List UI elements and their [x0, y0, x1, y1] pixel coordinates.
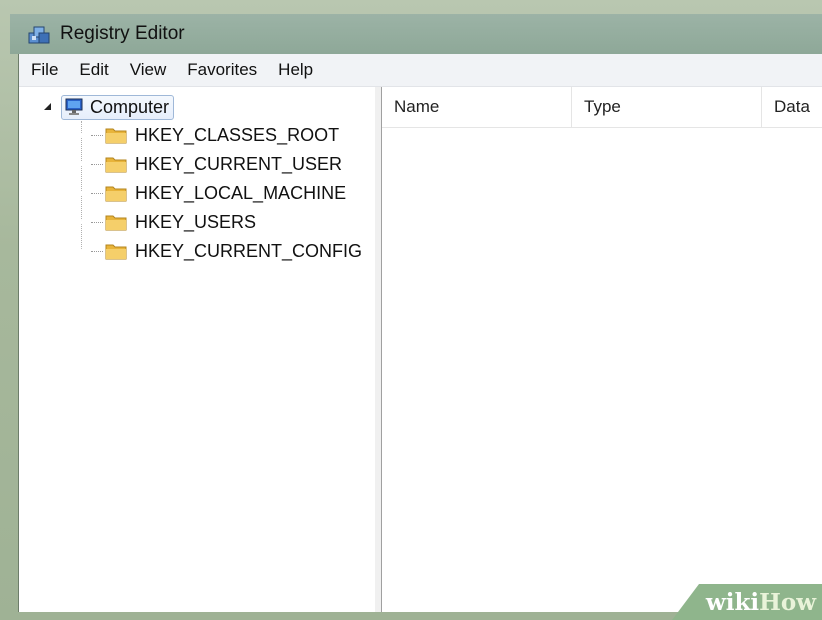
tree-pane[interactable]: Computer HKEY_CLASSES_ROOT HKEY_CURRENT_…	[19, 87, 376, 612]
folder-icon	[105, 244, 127, 260]
column-header-data[interactable]: Data	[762, 87, 822, 127]
tree-connector	[91, 134, 103, 136]
tree-item-hkey-current-config[interactable]: HKEY_CURRENT_CONFIG	[75, 237, 362, 265]
tree-item-label: HKEY_CURRENT_USER	[135, 153, 343, 174]
expand-arrow-icon[interactable]	[75, 187, 87, 199]
menu-view[interactable]: View	[119, 60, 177, 80]
folder-icon	[105, 128, 127, 144]
pane-splitter[interactable]	[375, 87, 382, 612]
menu-bar: File Edit View Favorites Help	[19, 54, 822, 87]
expand-arrow-icon[interactable]	[75, 129, 87, 141]
tree-connector	[91, 221, 103, 223]
tree-item-label: HKEY_LOCAL_MACHINE	[135, 182, 347, 203]
expand-arrow-icon[interactable]	[75, 216, 87, 228]
title-bar[interactable]: Registry Editor	[10, 14, 822, 54]
watermark-wiki: wiki	[705, 588, 760, 616]
menu-file[interactable]: File	[19, 60, 68, 80]
computer-icon	[65, 98, 83, 115]
watermark-how: How	[759, 588, 816, 616]
folder-icon	[105, 215, 127, 231]
tree-item-label: HKEY_CLASSES_ROOT	[135, 124, 340, 145]
menu-edit[interactable]: Edit	[68, 60, 118, 80]
expand-arrow-icon[interactable]	[75, 245, 87, 257]
tree-item-hkey-local-machine[interactable]: HKEY_LOCAL_MACHINE	[75, 179, 346, 207]
tree-item-hkey-users[interactable]: HKEY_USERS	[75, 208, 256, 236]
tree-item-label: HKEY_CURRENT_CONFIG	[135, 240, 363, 261]
tree-connector	[91, 250, 103, 252]
tree-item-computer-selected[interactable]: Computer	[61, 94, 175, 120]
expand-arrow-icon[interactable]	[75, 158, 87, 170]
tree-item-computer[interactable]: Computer	[43, 93, 175, 121]
window-title: Registry Editor	[60, 23, 185, 44]
folder-icon	[105, 157, 127, 173]
tree-item-label: Computer	[90, 96, 170, 117]
column-header-name[interactable]: Name	[382, 87, 572, 127]
menu-help[interactable]: Help	[267, 60, 323, 80]
tree-item-hkey-current-user[interactable]: HKEY_CURRENT_USER	[75, 150, 342, 178]
tree-connector	[91, 192, 103, 194]
tree-item-label: HKEY_USERS	[135, 211, 257, 232]
tree-connector	[91, 163, 103, 165]
tree-item-hkey-classes-root[interactable]: HKEY_CLASSES_ROOT	[75, 121, 339, 149]
column-header-type[interactable]: Type	[572, 87, 762, 127]
values-pane[interactable]: Name Type Data	[382, 87, 822, 612]
client-area: File Edit View Favorites Help Computer H…	[18, 54, 822, 612]
folder-icon	[105, 186, 127, 202]
column-header-row: Name Type Data	[382, 87, 822, 128]
menu-favorites[interactable]: Favorites	[176, 60, 267, 80]
registry-editor-icon	[28, 26, 50, 44]
collapse-arrow-icon[interactable]	[43, 101, 55, 113]
